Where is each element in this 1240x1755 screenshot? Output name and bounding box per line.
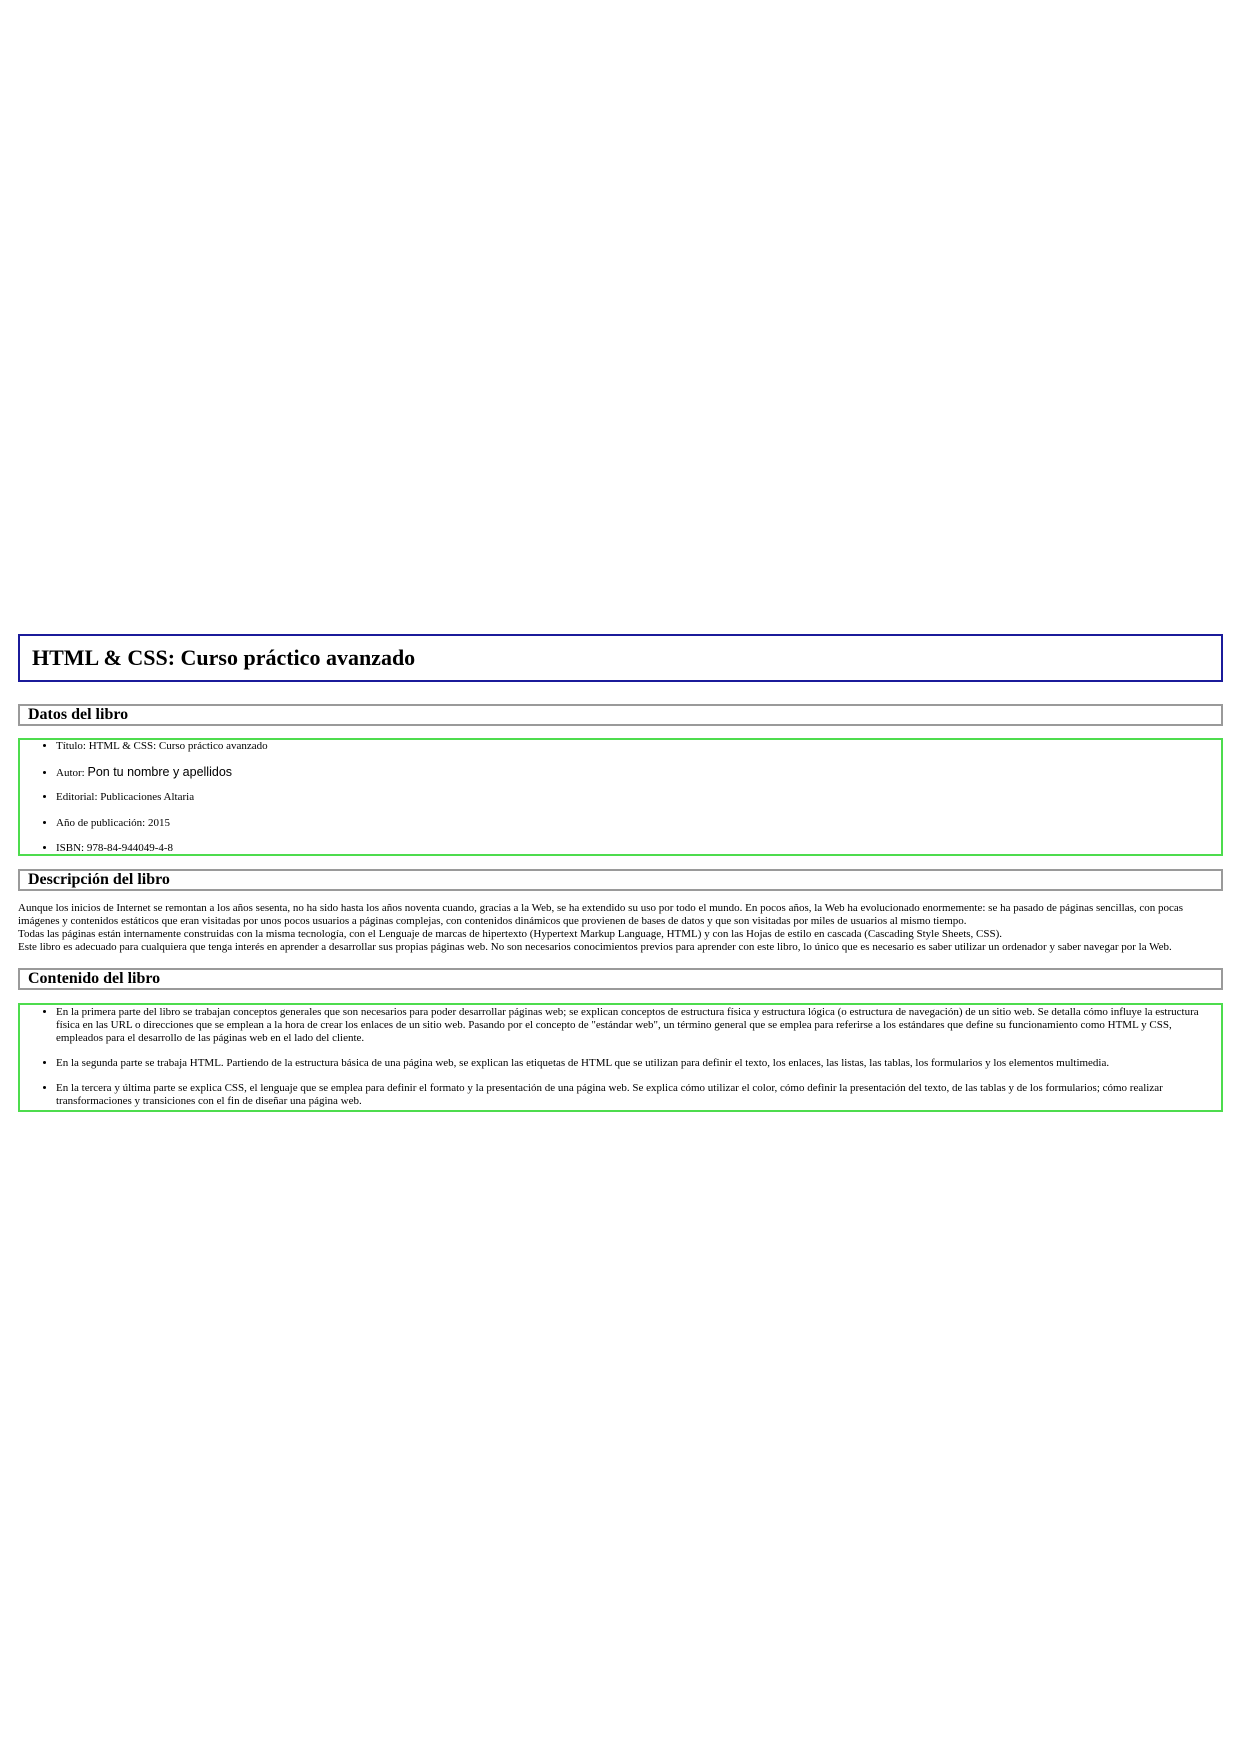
item-value: Pon tu nombre y apellidos xyxy=(87,764,233,779)
list-item: Autor: Pon tu nombre y apellidos xyxy=(56,764,1211,779)
item-value: 978-84-944049-4-8 xyxy=(86,842,174,854)
item-value: Publicaciones Altaria xyxy=(100,791,195,803)
list-item: Título: HTML & CSS: Curso práctico avanz… xyxy=(56,740,1211,753)
list-item: Año de publicación: 2015 xyxy=(56,817,1211,830)
section-heading-descripcion: Descripción del libro xyxy=(18,869,1223,891)
list-item: En la primera parte del libro se trabaja… xyxy=(56,1006,1211,1045)
item-value: HTML & CSS: Curso práctico avanzado xyxy=(88,740,268,752)
section-heading-contenido: Contenido del libro xyxy=(18,968,1223,990)
page-header: HTML & CSS: Curso práctico avanzado xyxy=(18,634,1223,682)
description-paragraph: Aunque los inicios de Internet se remont… xyxy=(18,902,1184,927)
item-label: Año de publicación: xyxy=(56,816,148,829)
section-title-descripcion: Descripción del libro xyxy=(28,871,170,888)
list-item: En la segunda parte se trabaja HTML. Par… xyxy=(56,1057,1211,1070)
section-title-datos: Datos del libro xyxy=(28,706,129,723)
item-label: Autor: xyxy=(56,766,88,779)
datos-list: Título: HTML & CSS: Curso práctico avanz… xyxy=(18,738,1223,856)
item-label: Título: xyxy=(56,740,89,752)
list-item: Editorial: Publicaciones Altaria xyxy=(56,791,1211,804)
contenido-list: En la primera parte del libro se trabaja… xyxy=(18,1003,1223,1112)
list-item: En la tercera y última parte se explica … xyxy=(56,1082,1211,1108)
list-item: ISBN: 978-84-944049-4-8 xyxy=(56,842,1211,855)
page-title: HTML & CSS: Curso práctico avanzado xyxy=(32,645,416,670)
descripcion-body: Aunque los inicios de Internet se remont… xyxy=(18,902,1223,954)
section-heading-datos: Datos del libro xyxy=(18,704,1223,726)
section-title-contenido: Contenido del libro xyxy=(28,970,161,987)
description-paragraph: Todas las páginas están internamente con… xyxy=(18,928,1003,940)
page-content: HTML & CSS: Curso práctico avanzado Dato… xyxy=(18,634,1223,1112)
item-label: ISBN: xyxy=(56,842,87,854)
item-label: Editorial: xyxy=(56,791,101,803)
description-paragraph: Este libro es adecuado para cualquiera q… xyxy=(18,941,1172,953)
item-value: 2015 xyxy=(147,816,170,829)
